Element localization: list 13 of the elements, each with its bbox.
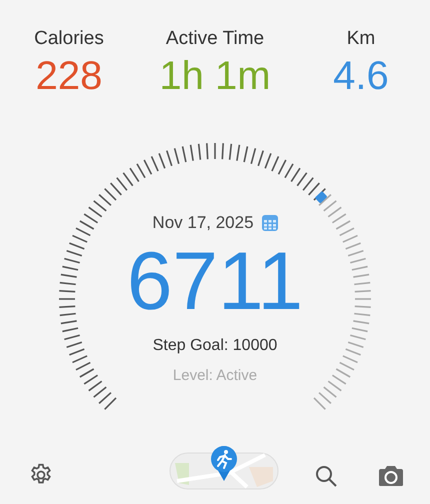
stat-label: Active Time bbox=[166, 28, 264, 50]
stat-value: 1h 1m bbox=[159, 54, 271, 99]
step-goal: Step Goal: 10000 bbox=[152, 336, 278, 355]
date-label: Nov 17, 2025 bbox=[152, 212, 254, 233]
stat-value: 4.6 bbox=[333, 54, 389, 99]
activity-level: Level: Active bbox=[172, 366, 258, 384]
stat-value: 228 bbox=[36, 54, 102, 99]
stat-label: Calories bbox=[34, 28, 104, 50]
progress-marker[interactable] bbox=[314, 190, 328, 204]
camera-icon[interactable] bbox=[378, 465, 404, 487]
search-icon[interactable] bbox=[314, 464, 338, 488]
stat-label: Km bbox=[346, 28, 376, 50]
step-count: 6711 bbox=[126, 236, 304, 327]
